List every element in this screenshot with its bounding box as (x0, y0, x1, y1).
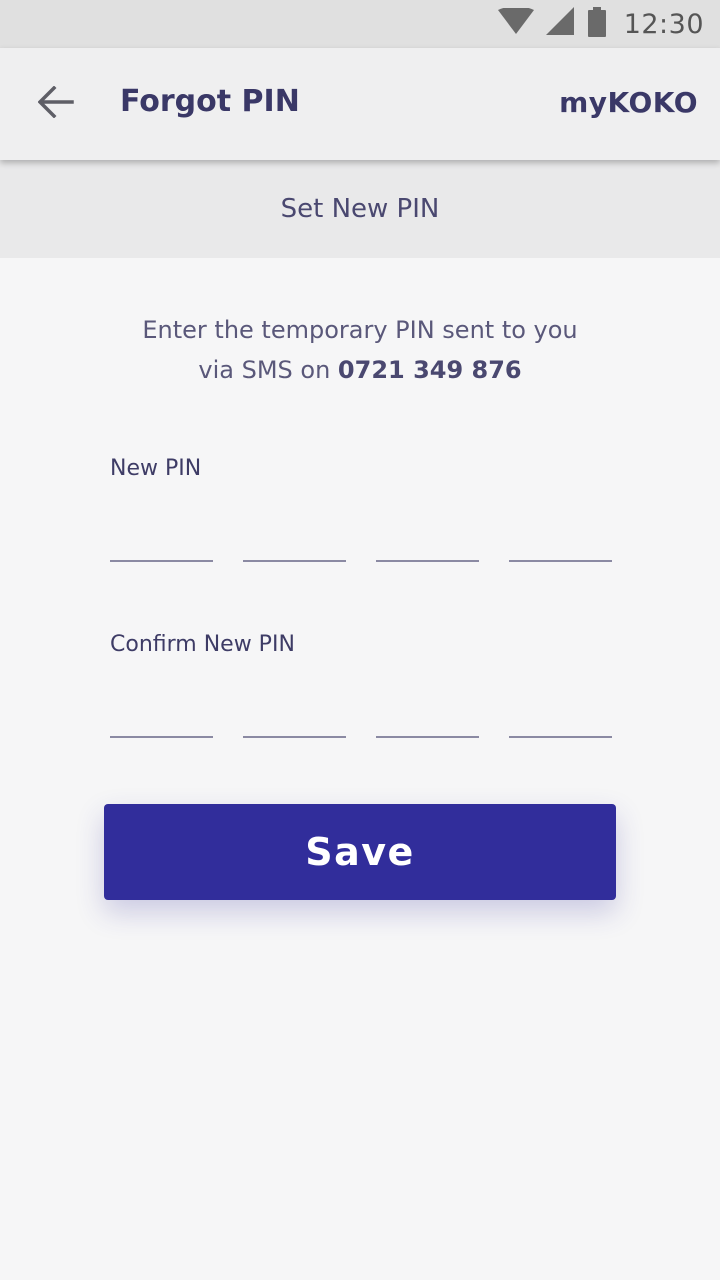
status-bar: 12:30 (0, 0, 720, 48)
back-button[interactable] (32, 80, 80, 128)
status-time: 12:30 (623, 8, 704, 40)
new-pin-inputs (110, 522, 612, 562)
instructions-line2-prefix: via SMS on (198, 356, 338, 384)
instructions-text: Enter the temporary PIN sent to you via … (0, 310, 720, 390)
wifi-icon (497, 6, 534, 40)
confirm-pin-digit-4[interactable] (509, 698, 612, 738)
brand-logo: myKOKO (559, 86, 698, 119)
confirm-pin-label: Confirm New PIN (110, 632, 295, 657)
confirm-pin-digit-3[interactable] (376, 698, 479, 738)
arrow-left-icon (37, 85, 74, 122)
cell-signal-icon (545, 7, 576, 41)
battery-icon (587, 7, 606, 41)
new-pin-digit-4[interactable] (509, 522, 612, 562)
new-pin-digit-2[interactable] (243, 522, 346, 562)
new-pin-digit-3[interactable] (376, 522, 479, 562)
section-header: Set New PIN (0, 160, 720, 258)
phone-number: 0721 349 876 (337, 356, 522, 384)
new-pin-label: New PIN (110, 456, 202, 481)
confirm-pin-digit-2[interactable] (243, 698, 346, 738)
save-button[interactable]: Save (104, 804, 616, 900)
new-pin-digit-1[interactable] (110, 522, 213, 562)
status-icons: 12:30 (497, 0, 704, 48)
section-title: Set New PIN (280, 194, 440, 224)
page-title: Forgot PIN (120, 84, 300, 119)
confirm-pin-digit-1[interactable] (110, 698, 213, 738)
app-bar: Forgot PIN myKOKO (0, 48, 720, 160)
instructions-line1: Enter the temporary PIN sent to you (142, 316, 578, 344)
confirm-pin-inputs (110, 698, 612, 738)
instructions-line2: via SMS on 0721 349 876 (0, 350, 720, 390)
